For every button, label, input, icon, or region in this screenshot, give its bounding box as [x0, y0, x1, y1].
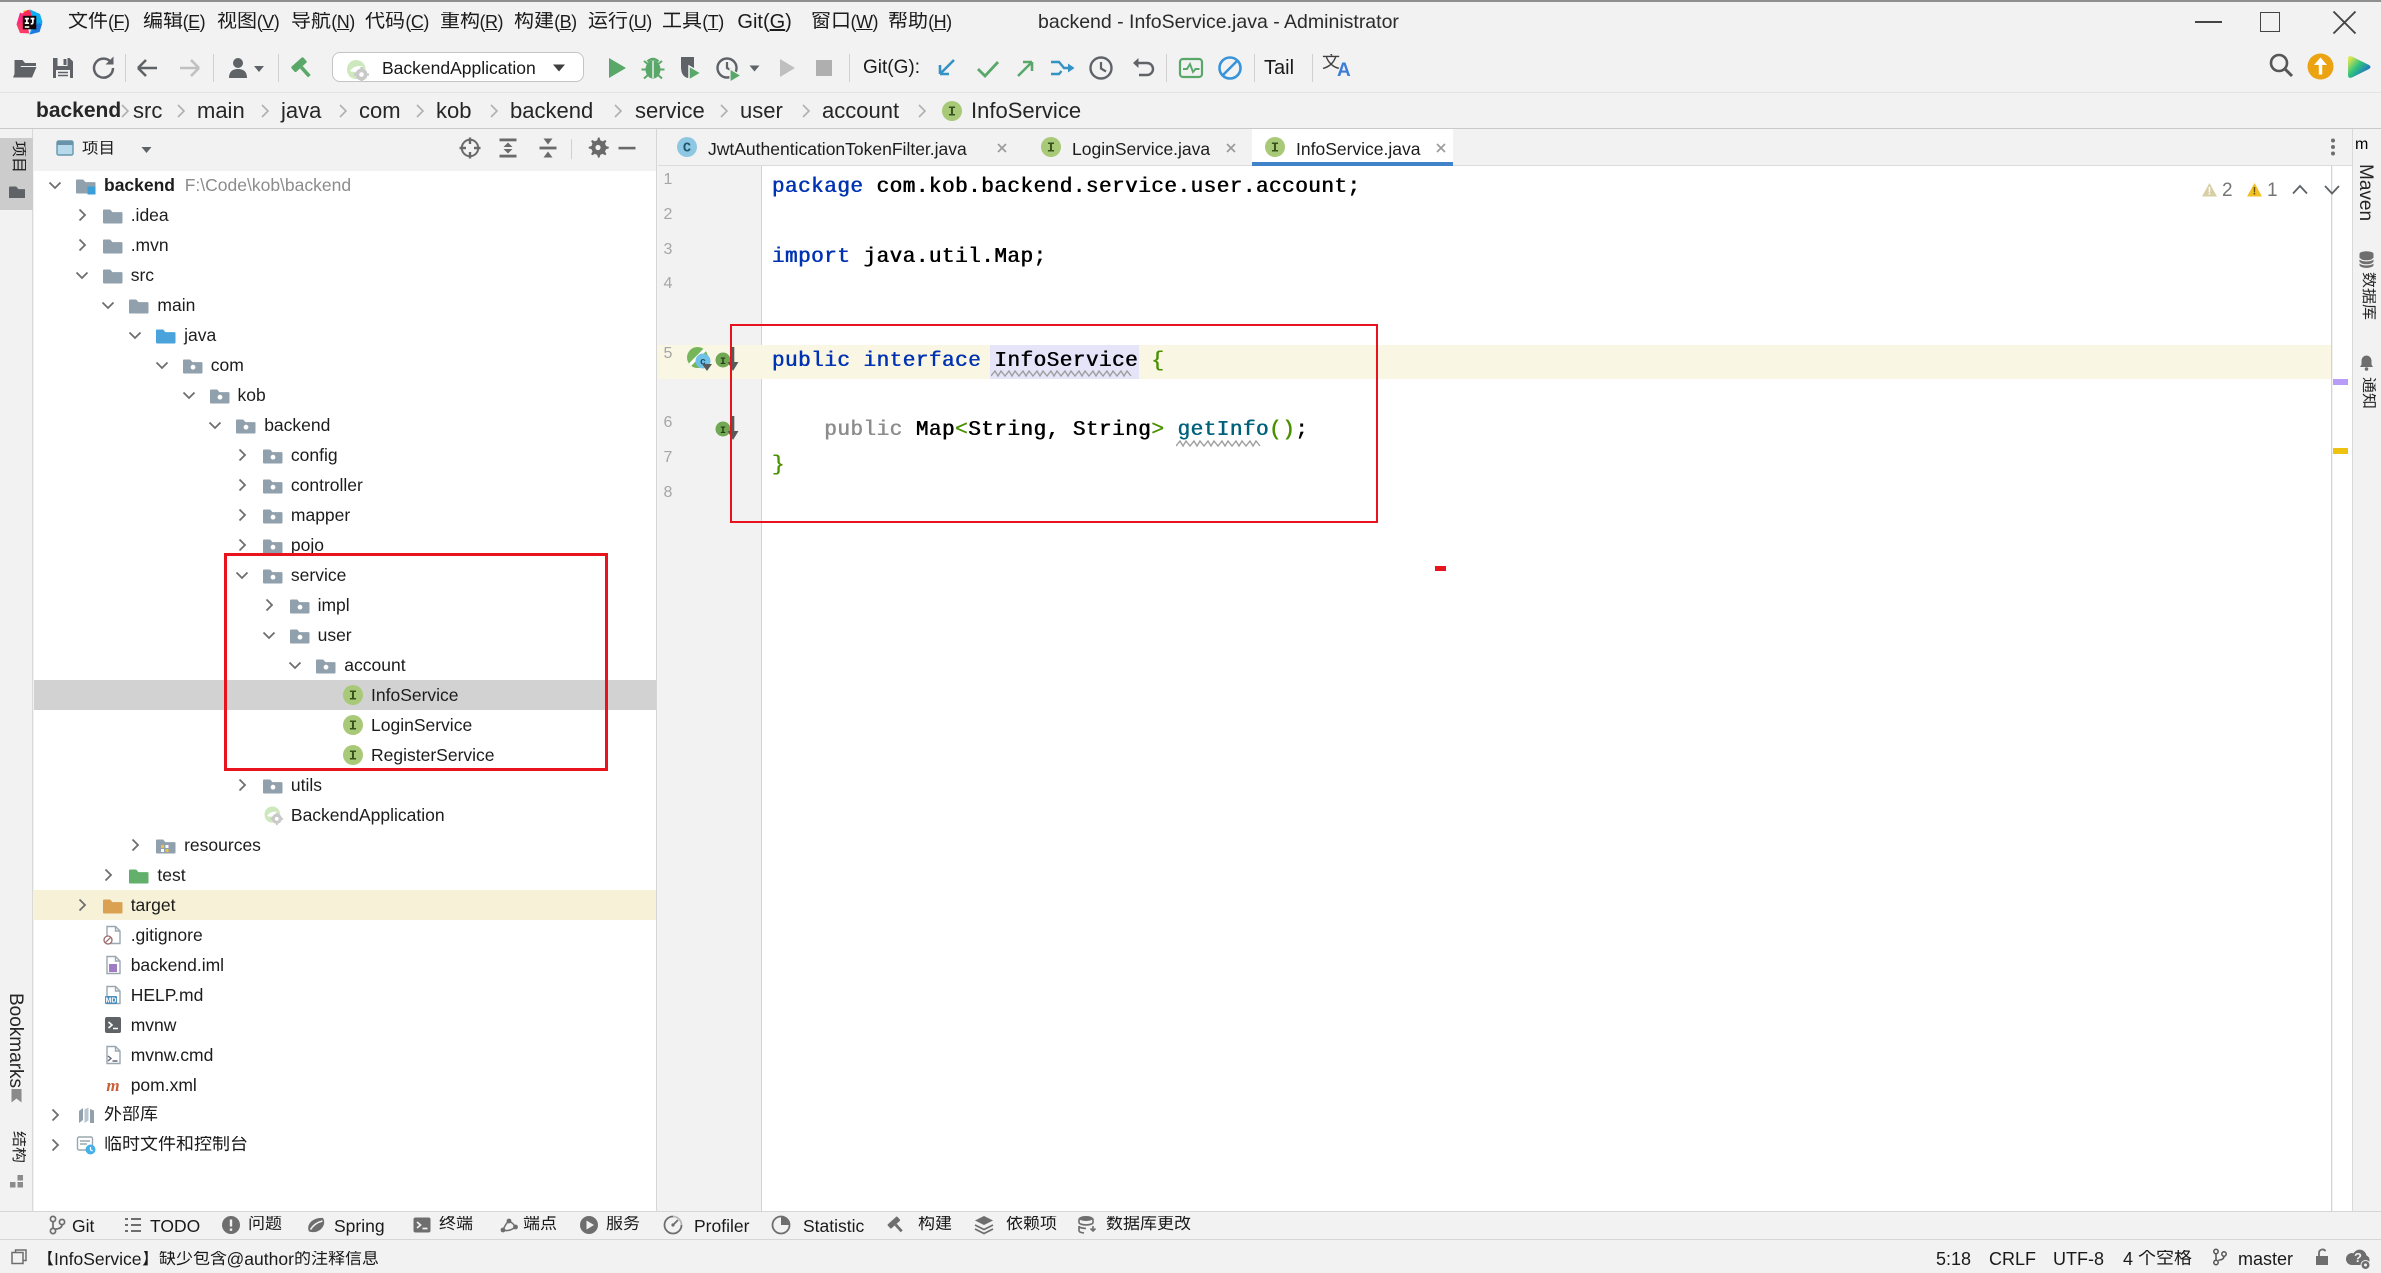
svg-text:?: ? [2354, 1250, 2362, 1265]
svg-text:!: ! [2253, 186, 2257, 198]
svg-text:MD: MD [105, 998, 116, 1005]
svg-text:I: I [1271, 142, 1279, 157]
svg-text:I: I [720, 426, 726, 437]
svg-text:I: I [948, 106, 956, 121]
svg-text:m: m [106, 1076, 119, 1095]
svg-text:C: C [683, 142, 691, 157]
svg-text:2: 2 [2222, 180, 2233, 201]
svg-text:I: I [1047, 142, 1055, 157]
svg-text:1: 1 [2267, 180, 2278, 201]
svg-text:I: I [720, 357, 726, 368]
svg-text:!: ! [2208, 186, 2212, 198]
